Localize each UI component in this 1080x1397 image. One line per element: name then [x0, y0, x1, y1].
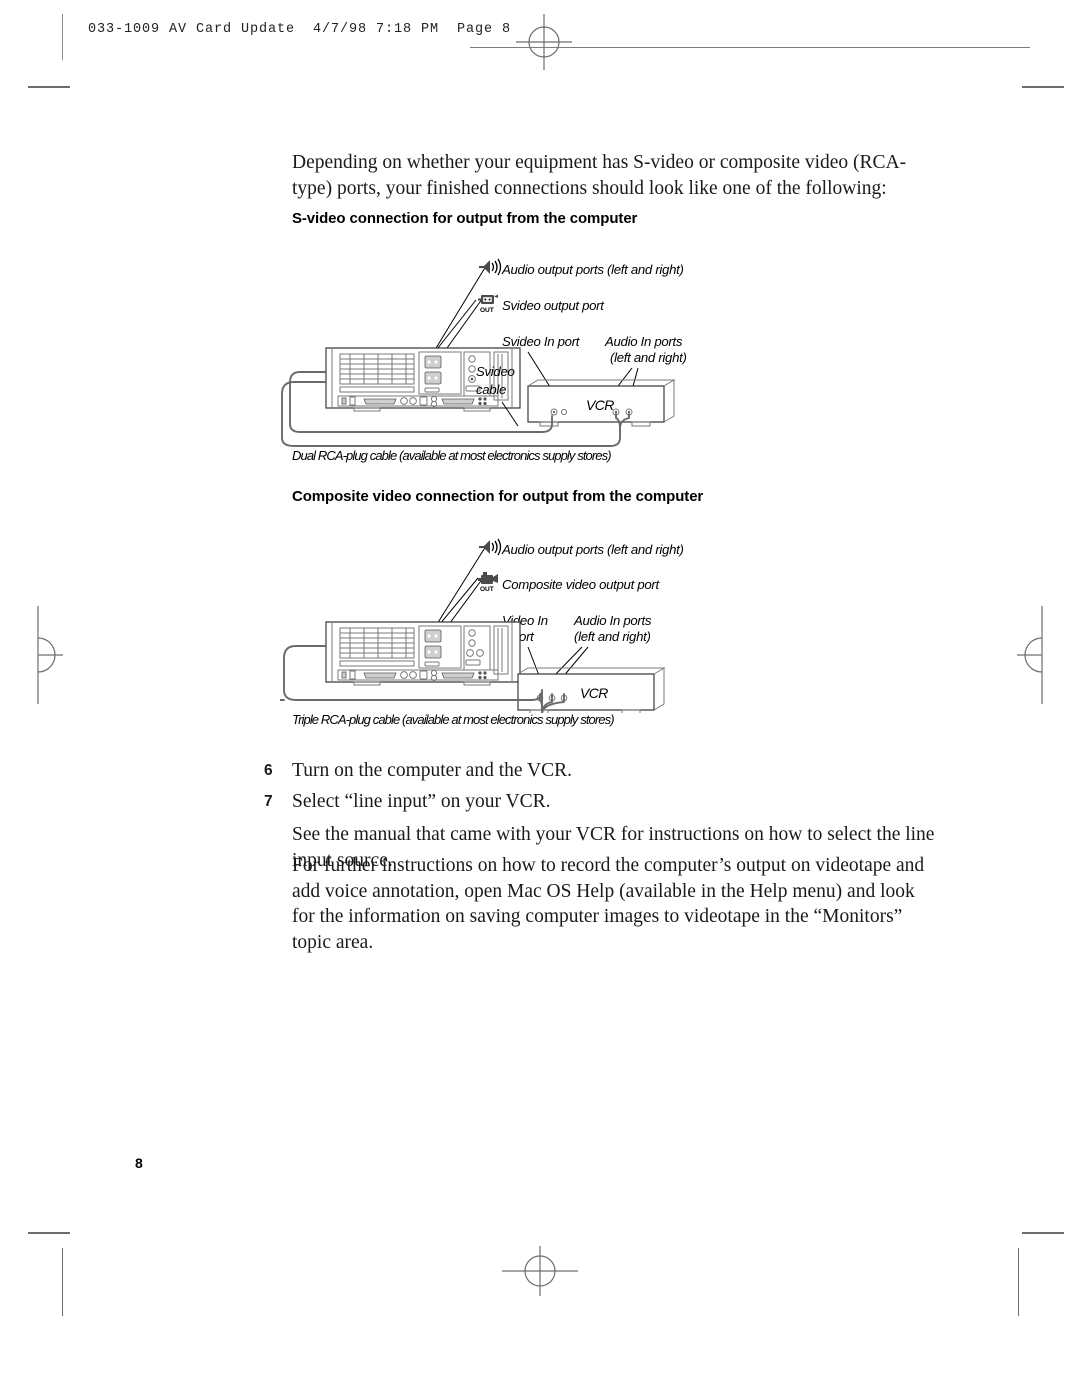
registration-mark-bottom: [502, 1238, 578, 1304]
figure-1-heading: S-video connection for output from the c…: [292, 210, 638, 227]
trim-rule-right: [1018, 1248, 1019, 1316]
step-7-number: 7: [264, 793, 273, 810]
slug-underline: [470, 47, 1030, 48]
figure-1-out-sublabel: OUT: [480, 307, 494, 314]
computer-rear-panel: [325, 347, 521, 412]
svideo-out-icon: [478, 294, 498, 304]
intro-paragraph: Depending on whether your equipment has …: [292, 152, 907, 199]
step-7-text: Select “line input” on your VCR.: [292, 791, 551, 812]
figure-2-heading: Composite video connection for output fr…: [292, 488, 704, 505]
figure-1-vcr-audio-in-sublabel: (left and right): [610, 350, 687, 365]
figure-1-cable-label-1: Svideo: [476, 364, 515, 379]
header-slug: 033-1009 AV Card Update 4/7/98 7:18 PM P…: [88, 22, 512, 37]
figure-2-audio-label: Audio output ports (left and right): [501, 542, 684, 557]
vcr-unit-2: VCR: [517, 667, 666, 713]
vcr-label-1: VCR: [586, 397, 614, 413]
crop-mark-top-left: [28, 86, 70, 88]
figure-2-vcr-audio-in-label: Audio In ports: [573, 613, 652, 628]
figure-2-vcr-audio-in-sublabel: (left and right): [574, 629, 651, 644]
registration-mark-top: [512, 10, 576, 74]
slug-divider: [62, 14, 63, 60]
figure-1-vcr-svideo-in-label: Svideo In port: [502, 334, 581, 349]
figure-2-composite-out-label: Composite video output port: [502, 577, 660, 592]
step-6-number: 6: [264, 762, 273, 779]
vcr-unit-1: VCR: [527, 379, 676, 427]
page-number: 8: [135, 1155, 143, 1171]
computer-rear-panel: [325, 621, 521, 686]
composite-video-out-icon: [478, 572, 498, 584]
registration-mark-left: [8, 600, 78, 710]
step-6: 6 Turn on the computer and the VCR.: [264, 758, 932, 784]
figure-1-caption: Dual RCA-plug cable (available at most e…: [292, 448, 612, 463]
figure-1-cable-label-2: cable: [476, 382, 506, 397]
crop-mark-bottom-right: [1022, 1232, 1064, 1234]
step-7: 7 Select “line input” on your VCR.: [264, 789, 932, 815]
crop-mark-bottom-left: [28, 1232, 70, 1234]
step-6-text: Turn on the computer and the VCR.: [292, 760, 573, 781]
closing-paragraph: For further instructions on how to recor…: [292, 855, 925, 953]
figure-1-vcr-audio-in-label: Audio In ports: [604, 334, 683, 349]
trim-rule-left: [62, 1248, 63, 1316]
figure-2-composite-diagram: Audio output ports (left and right) OUT …: [280, 528, 980, 713]
figure-1-svideo-out-label: Svideo output port: [502, 298, 605, 313]
registration-mark-right: [1002, 600, 1072, 710]
figure-1-svideo-diagram: Audio output ports (left and right) OUT …: [280, 248, 980, 448]
vcr-label-2: VCR: [580, 685, 608, 701]
figure-1-audio-label: Audio output ports (left and right): [501, 262, 684, 277]
crop-mark-top-right: [1022, 86, 1064, 88]
figure-2-out-sublabel: OUT: [480, 586, 494, 593]
figure-2-caption: Triple RCA-plug cable (available at most…: [292, 712, 615, 727]
